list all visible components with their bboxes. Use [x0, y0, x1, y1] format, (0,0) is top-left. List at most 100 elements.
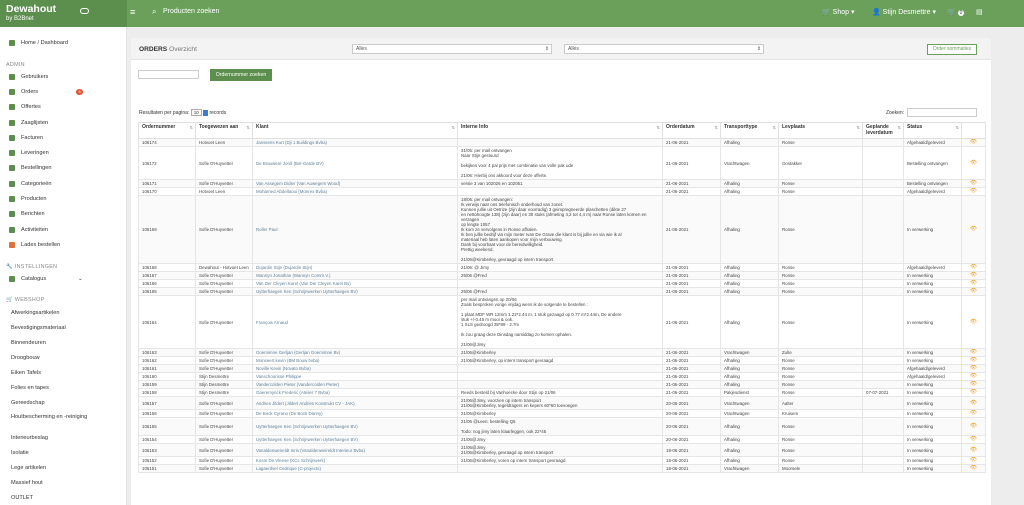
column-header[interactable]: Levplaats ⇅	[778, 121, 863, 140]
table-row[interactable]: 106166 Sofie D'Huyvetter Van Der Cleyen Ka…	[138, 279, 986, 289]
sidebar-item-ladex[interactable]: Ladex bestellen	[0, 238, 126, 252]
sidebar-toggle-icon[interactable]	[80, 8, 89, 14]
client-cell[interactable]: Roller Paul	[252, 195, 458, 265]
sidebar-item-catalogus[interactable]: Catalogus ⌄	[0, 272, 126, 286]
eye-icon[interactable]: 👁	[961, 464, 986, 474]
sidebar-item-webshop[interactable]: Massief hout	[0, 476, 126, 490]
eye-icon[interactable]: 👁	[961, 380, 986, 390]
column-header[interactable]: Toegewezen aan ⇅	[195, 121, 253, 140]
menu-icon[interactable]: ≡	[130, 7, 135, 17]
client-cell[interactable]: De Bock Cyrano (De Bock Danny)	[252, 409, 458, 419]
per-page-select[interactable]: 10	[190, 109, 202, 116]
client-cell[interactable]: François Arnaud	[252, 295, 458, 350]
eye-icon[interactable]: 👁	[961, 417, 986, 437]
table-row[interactable]: 106151 Sofie D'Huyvetter Lagaerdvel Cedriq…	[138, 464, 986, 474]
table-row[interactable]: 106164 Sofie D'Huyvetter François Arnaud pe…	[138, 295, 986, 350]
client-cell[interactable]: Van Assegem Didier (Van Auwegem Wood)	[252, 179, 458, 189]
client-cell[interactable]: Uytterhaegen Ken (Schrijnwerken Uytterha…	[252, 435, 458, 445]
table-row[interactable]: 106165 Sofie D'Huyvetter Uytterhaegen Ken …	[138, 287, 986, 297]
eye-icon[interactable]: 👁	[961, 348, 986, 358]
table-row[interactable]: 106154 Sofie D'Huyvetter Uytterhaegen Ken …	[138, 435, 986, 445]
ordernumber-search-button[interactable]: Ordernummer zoeken	[210, 69, 272, 81]
sidebar-item-webshop[interactable]: Bevestigingsmateriaal	[0, 321, 126, 335]
messages-icon[interactable]: ▤	[976, 8, 983, 16]
sidebar-item-berichten[interactable]: Berichten	[0, 207, 126, 221]
sidebar-item-webshop[interactable]: Binnendeuren	[0, 336, 126, 350]
client-cell[interactable]: De Brauwere Jordi (Bel-Garde BV)	[252, 146, 458, 181]
eye-icon[interactable]: 👁	[961, 279, 986, 289]
client-cell[interactable]: Vandercolden Pieter (Vandercolden Pieter…	[252, 380, 458, 390]
eye-icon[interactable]: 👁	[961, 187, 986, 197]
eye-icon[interactable]: 👁	[961, 443, 986, 458]
eye-icon[interactable]: 👁	[961, 138, 986, 148]
client-cell[interactable]: Lagaerdvel Cedrique (C-projects)	[252, 464, 458, 474]
eye-icon[interactable]: 👁	[961, 195, 986, 265]
client-cell[interactable]: Uytterhaegen Ken (Schrijnwerken Uytterha…	[252, 287, 458, 297]
column-header[interactable]: Ordernummer ⇅	[138, 121, 196, 140]
table-row[interactable]: 106170 Hotvoet Leen Mohamed Abdellaoui (Mo…	[138, 187, 986, 197]
filter-select-2[interactable]: Alles ⇕	[564, 44, 764, 54]
column-header[interactable]: Transporttype ⇅	[720, 121, 779, 140]
eye-icon[interactable]: 👁	[961, 372, 986, 382]
table-row[interactable]: 106163 Sofie D'Huyvetter Goemimne Gerljan …	[138, 348, 986, 358]
table-row[interactable]: 106171 Sofie D'Huyvetter Van Assegem Didie…	[138, 179, 986, 189]
sidebar-item-activiteiten[interactable]: Activiteiten	[0, 223, 126, 237]
eye-icon[interactable]: 👁	[961, 409, 986, 419]
column-header[interactable]: Orderdatum ⇅	[662, 121, 721, 140]
table-row[interactable]: 106172 Sofie D'Huyvetter De Brauwere Jordi…	[138, 146, 986, 181]
column-header[interactable]: Interne Info ⇅	[457, 121, 663, 140]
sidebar-item-producten[interactable]: Producten	[0, 192, 126, 206]
sidebar-item-webshop[interactable]: Interieurbeslag	[0, 431, 126, 445]
eye-icon[interactable]: 👁	[961, 456, 986, 466]
client-cell[interactable]: Goemimne Gerljan (Gerljan Goemimne Bv)	[252, 348, 458, 358]
client-cell[interactable]: Monseert kevin (BM Bouw bvba)	[252, 356, 458, 366]
table-row[interactable]: 106156 Sofie D'Huyvetter De Bock Cyrano (D…	[138, 409, 986, 419]
sidebar-item-webshop[interactable]: Gereedschap	[0, 396, 126, 410]
client-cell[interactable]: Andries Jildert (Jildert Andries Konstru…	[252, 396, 458, 411]
table-row[interactable]: 106174 Hotvoet Leen Janssens Kurt (Dji 1 B…	[138, 138, 986, 148]
client-cell[interactable]: Janssens Kurt (Dji 1 Buildings Bvba)	[252, 138, 458, 148]
eye-icon[interactable]: 👁	[961, 435, 986, 445]
sidebar-item-webshop[interactable]: OUTLET	[0, 491, 126, 505]
sidebar-item-facturen[interactable]: Facturen	[0, 131, 126, 145]
column-header[interactable]: Geplande leverdatum ⇅	[862, 121, 904, 140]
table-row[interactable]: 106155 Sofie D'Huyvetter Uytterhaegen Ken …	[138, 417, 986, 437]
sidebar-item-home[interactable]: Home / Dashboard	[0, 36, 126, 50]
table-row[interactable]: 106167 Sofie D'Huyvetter Wannyn Jonathan (…	[138, 271, 986, 281]
client-cell[interactable]: Dujardin Stijn (Dujardin Stijn)	[252, 263, 458, 273]
search-icon[interactable]: ⌕	[152, 7, 156, 17]
stepper-icon[interactable]	[203, 109, 209, 116]
table-row[interactable]: 106157 Sofie D'Huyvetter Andries Jildert (…	[138, 396, 986, 411]
table-row[interactable]: 106162 Sofie D'Huyvetter Monseert kevin (B…	[138, 356, 986, 366]
table-row[interactable]: 106158 Stijn Desmettre Gaeremynck Frederic…	[138, 388, 986, 398]
sidebar-item-bestellingen[interactable]: Bestellingen	[0, 161, 126, 175]
cart-button[interactable]: 🛒 0	[947, 8, 965, 16]
table-row[interactable]: 106153 Sofie D'Huyvetter Vanaldenweireldt …	[138, 443, 986, 458]
brand[interactable]: Dewahout by B2Bnet	[0, 0, 127, 27]
column-header[interactable]: Klant ⇅	[252, 121, 458, 140]
sidebar-item-offertes[interactable]: Offertes	[0, 100, 126, 114]
eye-icon[interactable]: 👁	[961, 263, 986, 273]
client-cell[interactable]: Gaeremynck Frederic (Atelier 7 Bvba)	[252, 388, 458, 398]
eye-icon[interactable]: 👁	[961, 295, 986, 350]
client-cell[interactable]: Kosm De Vleese (KCL Schrijnwerk)	[252, 456, 458, 466]
sidebar-item-webshop[interactable]: Houtbescherming en -reiniging	[0, 411, 126, 431]
table-row[interactable]: 106159 Stijn Desmettre Vandercolden Pieter…	[138, 380, 986, 390]
client-cell[interactable]: Wannyn Jonathan (Wannyn Comm.V.)	[252, 271, 458, 281]
client-cell[interactable]: Vanaldenweireldt Inris (Vanaldenweireldt…	[252, 443, 458, 458]
filter-select-1[interactable]: Alles ⇕	[352, 44, 552, 54]
eye-icon[interactable]: 👁	[961, 287, 986, 297]
eye-icon[interactable]: 👁	[961, 356, 986, 366]
sidebar-item-webshop[interactable]: Lege artikelen	[0, 461, 126, 475]
eye-icon[interactable]: 👁	[961, 179, 986, 189]
column-header[interactable]: Status ⇅	[903, 121, 962, 140]
sidebar-item-webshop[interactable]: Eiken Tafels	[0, 366, 126, 380]
sidebar-item-zaaglijsten[interactable]: Zaaglijsten	[0, 116, 126, 130]
column-header[interactable]	[961, 121, 986, 140]
sidebar-item-gebruikers[interactable]: Gebruikers	[0, 70, 126, 84]
table-row[interactable]: 106168 Dewahout - Hotvoet Leen Dujardin St…	[138, 263, 986, 273]
eye-icon[interactable]: 👁	[961, 146, 986, 181]
table-row[interactable]: 106169 Sofie D'Huyvetter Roller Paul 18/06:…	[138, 195, 986, 265]
sidebar-item-leveringen[interactable]: Leveringen	[0, 146, 126, 160]
table-search-input[interactable]	[907, 108, 977, 117]
